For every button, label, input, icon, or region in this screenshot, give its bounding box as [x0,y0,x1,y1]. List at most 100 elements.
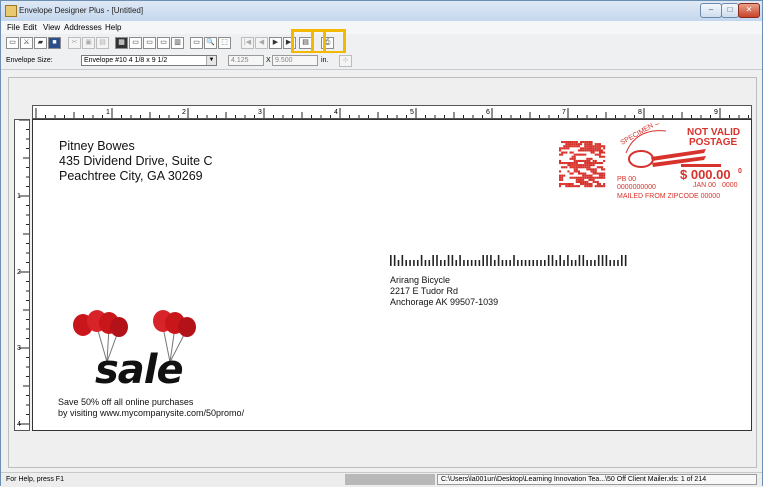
close-button[interactable]: ✕ [738,3,760,18]
recipient-line: 2217 E Tudor Rd [390,286,459,296]
paste-icon[interactable]: ▤ [96,37,109,49]
open-icon[interactable]: ▰ [34,37,47,49]
barcode-cell [584,159,587,162]
horizontal-ruler-ticks: 1 2 3 4 5 6 7 8 9 [35,108,749,118]
envelope-size-select[interactable]: Envelope #10 4 1/8 x 9 1/2 ▼ [81,55,217,66]
menu-edit[interactable]: Edit [23,23,37,32]
menu-file[interactable]: File [7,23,20,32]
maximize-button[interactable]: □ [721,3,739,18]
barcode-cell [598,147,601,150]
barcode-bar [397,260,400,266]
barcode-bar [463,260,465,266]
barcode-cell [588,168,591,171]
rectangle-icon[interactable]: ▭ [190,37,203,49]
previous-record-icon[interactable]: ◀ [255,37,268,49]
barcode-cell [601,176,604,179]
barcode-cell [582,178,585,181]
barcode-cell [586,176,589,179]
barcode-bar [493,260,496,266]
barcode-cell [588,164,591,167]
barcode-cell [596,176,599,179]
barcode-bar [443,260,446,266]
postage-code-2: 0000 [722,182,738,189]
barcode-cell [601,172,604,175]
menu-help[interactable]: Help [105,23,121,32]
barcode-cell [603,183,606,186]
barcode-cell [584,174,587,177]
barcode-cell [563,166,566,169]
barcode-cell [582,172,585,175]
barcode-bar [409,260,411,266]
recipient-address[interactable]: Arirang Bicycle 2217 E Tudor Rd Anchorag… [390,275,498,308]
barcode-cell [586,141,589,144]
barcode-cell [567,183,570,186]
cut-icon[interactable]: ✂ [68,37,81,49]
barcode-cell [586,147,589,150]
barcode-cell [571,155,574,158]
fit-page-icon[interactable]: ⬚ [218,37,231,49]
barcode-bar [582,255,585,266]
barcode-cell [584,162,587,165]
barcode-bar [624,255,627,266]
width-field[interactable]: 4.125 [228,55,264,66]
zoom-icon[interactable]: 🔍 [204,37,217,49]
height-field[interactable]: 9.500 [272,55,318,66]
barcode-cell [590,141,593,144]
barcode-cell [584,164,587,167]
barcode-cell [590,149,593,152]
barcode-cell [603,147,606,150]
barcode-cell [603,185,606,188]
barcode-cell [603,174,606,177]
chevron-down-icon[interactable]: ▼ [206,56,216,65]
barcode-cell [590,183,593,186]
barcode-cell [594,153,597,156]
barcode-cell [580,172,583,175]
barcode-cell [580,141,583,144]
window-title: Envelope Designer Plus - [Untitled] [19,6,144,15]
minimize-button[interactable]: – [700,3,722,18]
image-box-icon[interactable]: ▭ [157,37,170,49]
postnet-barcode[interactable] [390,255,630,267]
sender-address[interactable]: Pitney Bowes 435 Dividend Drive, Suite C… [59,139,213,184]
barcode-box-icon[interactable]: ▭ [143,37,156,49]
barcode-cell [584,153,587,156]
text-box-icon[interactable]: ▭ [129,37,142,49]
envelope-icon[interactable]: ▦ [115,37,128,49]
barcode-cell [571,172,574,175]
promo-text[interactable]: Save 50% off all online purchases by vis… [58,397,244,419]
barcode-cell [580,180,583,183]
postnet-icon[interactable]: ▥ [171,37,184,49]
barcode-bar [524,260,527,266]
save-icon[interactable]: ■ [48,37,61,49]
barcode-cell [577,153,580,156]
barcode-cell [582,159,585,162]
barcode-cell [571,164,574,167]
barcode-bar [420,255,423,266]
barcode-cell [598,162,601,165]
next-record-icon[interactable]: ▶ [269,37,282,49]
barcode-bar [459,255,461,266]
barcode-cell [573,143,576,146]
barcode-cell [588,145,591,148]
first-record-icon[interactable]: |◀ [241,37,254,49]
barcode-cell [567,185,570,188]
wizard-icon[interactable]: ⚔ [20,37,33,49]
barcode-cell [592,170,595,173]
copy-icon[interactable]: ▣ [82,37,95,49]
rotate-icon[interactable]: ⊹ [339,55,352,67]
menu-view[interactable]: View [43,23,60,32]
barcode-cell [559,159,562,162]
barcode-cell [594,168,597,171]
barcode-cell [559,149,562,152]
barcode-bar [605,255,608,266]
new-icon[interactable]: ▭ [6,37,19,49]
barcode-cell [588,147,591,150]
ruler-label: 8 [638,109,642,116]
menu-addresses[interactable]: Addresses [64,23,102,32]
barcode-bar [390,255,392,266]
postage-indicia[interactable]: SPECIMEN SPECIMEN NOT VALID POSTAGE $ 00… [556,123,746,205]
app-window: Envelope Designer Plus - [Untitled] – □ … [0,0,763,487]
barcode-cell [592,164,595,167]
barcode-cell [577,164,580,167]
barcode-cell [594,172,597,175]
